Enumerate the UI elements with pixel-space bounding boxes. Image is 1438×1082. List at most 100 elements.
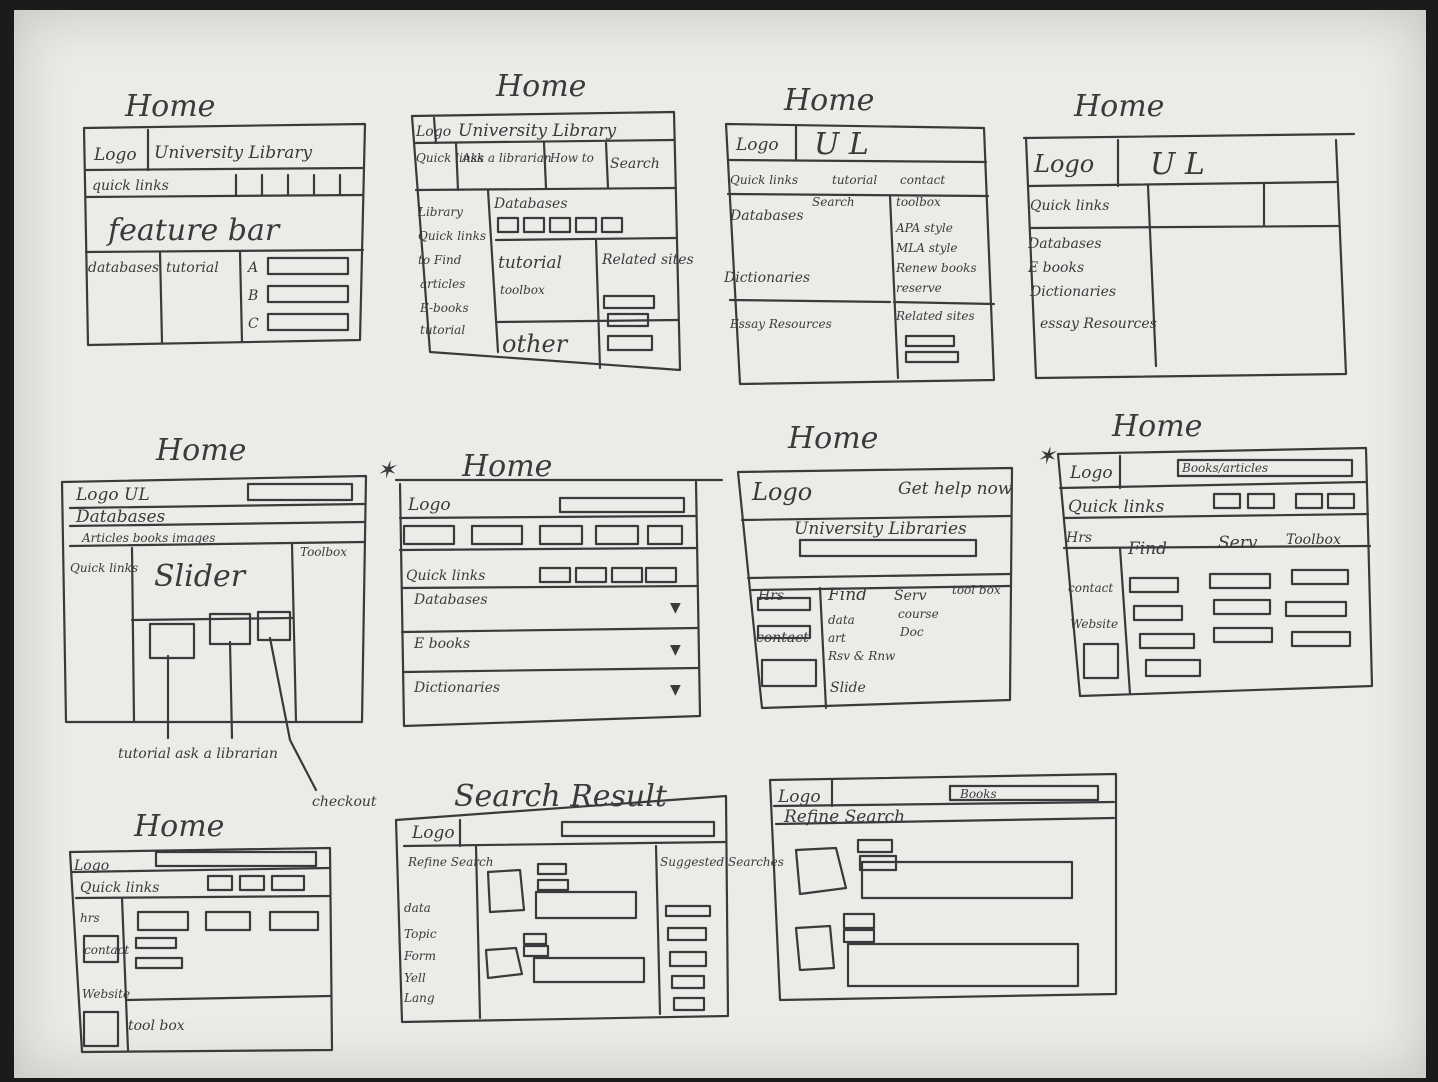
label-b: B [247,288,258,304]
toolbox-label: Toolbox [300,545,347,559]
search-label: Search [610,156,660,172]
logo-label: Logo [751,478,812,506]
logo-label: Logo UL [75,485,150,505]
databases-label: Databases [493,196,568,212]
toolbox-label: tool box [952,583,1001,597]
refine-label: Refine Search [407,855,493,869]
logo-label: Logo [777,787,821,807]
quick-links-label: Quick links [1068,497,1165,517]
accordion-row: Databases [413,592,488,608]
logo-label: Logo [1069,463,1113,483]
sketch-title: Home [787,421,878,456]
tutorial-label: tutorial [166,260,219,276]
databases-label: databases [88,260,159,276]
left-item: Quick links [418,229,486,243]
chevron-down-icon: ▼ [670,642,681,658]
sketch-4: Home Logo U L Quick links Databases E bo… [1022,89,1356,380]
search-label: Search [812,195,855,209]
accordion-row: Dictionaries [413,680,500,696]
sketch-3: Home Logo U L Quick links tutorial conta… [723,83,996,386]
ul-label: U L [814,127,869,162]
related-label: Related sites [601,252,694,268]
tutorial-label: tutorial [832,173,877,187]
site-label: University Library [458,121,617,141]
sketch-8: Home Logo Books/articles Quick links Hrs… [1056,409,1374,698]
hours-label: Hrs [757,588,784,604]
sketch-title: Home [495,69,586,104]
left-item: Website [82,987,130,1001]
ul-label: U L [1150,147,1205,182]
essay-label: Essay Resources [729,317,832,331]
left-item: contact [84,943,129,957]
left-item: articles [420,277,465,291]
serv-label: Serv [1218,533,1258,553]
slider-label: Slider [154,559,247,594]
toolbox-label: toolbox [500,283,545,297]
tabs-label: Articles books images [81,531,215,545]
quick-links-label: Quick links [730,173,798,187]
star-icon: ✶ [1036,442,1058,470]
wireframe-sketches: Home Logo University Library quick links… [60,69,1374,1054]
annotation: checkout [312,794,377,810]
find-item: Rsv & Rnw [827,649,896,663]
dictionaries-label: Dictionaries [723,270,810,286]
logo-label: Logo [73,858,109,874]
related-label: Related sites [895,309,975,323]
right-item: APA style [895,221,953,235]
tutorial-label: tutorial [498,253,562,273]
find-label: Find [827,585,867,605]
hours-label: Hrs [1065,530,1092,546]
toolbox-label: toolbox [896,195,941,209]
sketch-title: Home [461,449,552,484]
contact-label: contact [900,173,945,187]
feature-bar-label: feature bar [106,213,281,248]
facet-item: Topic [404,927,437,941]
search-box-label: Books/articles [1181,461,1268,475]
sketch-7: Home Logo Get help now University Librar… [736,421,1014,710]
left-item: to Find [418,253,462,267]
sketch-title: Home [124,89,215,124]
sketch-5: Home Logo UL Databases Articles books im… [60,433,377,810]
left-item: Website [1070,617,1118,631]
chevron-down-icon: ▼ [670,682,681,698]
get-help-label: Get help now [898,479,1013,499]
logo-label: Logo [415,124,451,140]
sketch-6: Home Logo Quick links Databases E books … [394,449,724,728]
toolbox-label: Toolbox [1286,532,1341,548]
logo-label: Logo [735,135,779,155]
databases-label: Databases [729,208,804,224]
facet-item: data [404,901,431,915]
quick-links-label: quick links [92,178,169,194]
quick-links-label: Quick links [80,880,159,896]
label-a: A [246,260,258,276]
left-item: hrs [80,911,100,925]
left-item: E-books [419,301,469,315]
slide-label: Slide [830,680,866,696]
sketch-title: Home [1111,409,1202,444]
list-item: Databases [1027,236,1102,252]
sketch-title: Home [155,433,246,468]
sketch-11: Logo Books Refine Search [768,772,1118,1002]
logo-label: Logo [93,145,137,165]
accordion-row: E books [413,636,470,652]
star-icon: ✶ [376,456,398,484]
facet-item: Form [403,949,436,963]
toolbox-label: tool box [128,1018,185,1034]
serv-item: Doc [899,625,924,639]
sketch-title: Home [783,83,874,118]
quick-links-label: Quick links [70,561,138,575]
site-label: University Library [154,143,313,163]
refine-label: Refine Search [783,807,905,827]
contact-label: contact [756,630,809,646]
chevron-down-icon: ▼ [670,600,681,616]
serv-item: course [898,607,939,621]
find-item: data [828,613,855,627]
search-box-label: Books [959,787,997,801]
find-item: art [828,631,846,645]
list-item: Dictionaries [1029,284,1116,300]
sketch-1: Home Logo University Library quick links… [82,89,367,347]
list-item: essay Resources [1040,316,1157,332]
quick-links-label: Quick links [1030,198,1109,214]
left-item: Library [417,205,463,219]
databases-label: Databases [75,507,166,527]
